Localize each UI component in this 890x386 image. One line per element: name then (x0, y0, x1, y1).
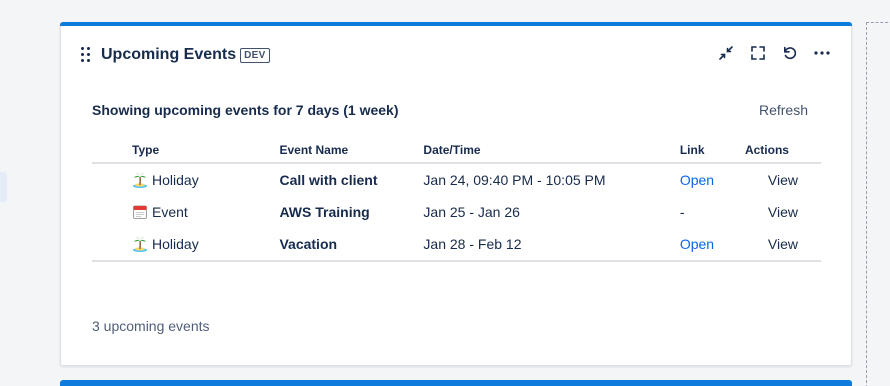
type-cell: Event (92, 196, 279, 228)
dev-badge: DEV (240, 47, 270, 63)
drop-zone-outline (866, 22, 890, 386)
column-header-actions: Actions (744, 138, 821, 164)
page: Upcoming Events DEV Showing upcoming eve… (0, 0, 890, 386)
island-icon (133, 173, 147, 188)
table-row: Holiday Call with client Jan 24, 09:40 P… (92, 163, 821, 196)
widget-toolbar (717, 44, 831, 62)
link-cell: - (679, 204, 685, 220)
table-row: Holiday Vacation Jan 28 - Feb 12 Open Vi… (92, 228, 821, 262)
type-label: Holiday (152, 236, 199, 252)
column-header-type[interactable]: Type (92, 138, 280, 164)
type-cell: Holiday (92, 163, 279, 196)
event-name: Call with client (279, 172, 378, 188)
next-widget-accent-bar (60, 380, 852, 386)
widget-header: Upcoming Events DEV (81, 44, 270, 66)
drag-handle-icon[interactable] (81, 47, 91, 63)
event-date: Jan 24, 09:40 PM - 10:05 PM (423, 172, 606, 188)
sidebar-active-marker (0, 172, 7, 202)
type-label: Holiday (152, 172, 199, 188)
event-name: Vacation (279, 228, 424, 262)
calendar-icon (133, 205, 147, 219)
table-row: Event AWS Training Jan 25 - Jan 26 - Vie… (92, 196, 821, 228)
widget-accent-bar (60, 22, 852, 26)
widget-subheader: Showing upcoming events for 7 days (1 we… (92, 102, 808, 118)
link-cell: Open (679, 228, 745, 262)
actions-cell: View (745, 163, 821, 196)
open-link[interactable]: Open (680, 172, 714, 188)
minimize-arrows-icon[interactable] (717, 44, 735, 62)
type-label: Event (152, 204, 188, 220)
column-header-event-name[interactable]: Event Name (279, 138, 424, 164)
events-count: 3 upcoming events (92, 318, 210, 334)
events-table: Type Event Name Date/Time Link Actions H… (92, 138, 821, 262)
refresh-button[interactable]: Refresh (759, 102, 808, 118)
upcoming-events-widget: Upcoming Events DEV Showing upcoming eve… (60, 22, 852, 366)
link-cell: Open (680, 163, 745, 196)
actions-cell: View (744, 228, 821, 262)
event-name: AWS Training (279, 204, 370, 220)
view-button[interactable]: View (768, 204, 798, 220)
column-header-link[interactable]: Link (679, 138, 745, 164)
range-summary: Showing upcoming events for 7 days (1 we… (92, 102, 399, 118)
island-icon (133, 237, 147, 252)
widget-title: Upcoming Events (101, 46, 237, 63)
fullscreen-icon[interactable] (749, 44, 767, 62)
table-header-row: Type Event Name Date/Time Link Actions (92, 138, 821, 164)
event-date: Jan 28 - Feb 12 (423, 228, 680, 262)
reload-icon[interactable] (781, 44, 799, 62)
actions-cell: View (745, 196, 821, 228)
event-date: Jan 25 - Jan 26 (423, 204, 520, 220)
open-link[interactable]: Open (680, 236, 714, 252)
more-horizontal-icon[interactable] (813, 44, 831, 62)
column-header-date-time[interactable]: Date/Time (423, 138, 680, 164)
view-button[interactable]: View (768, 172, 798, 188)
view-button[interactable]: View (768, 236, 798, 252)
type-cell: Holiday (92, 228, 280, 262)
